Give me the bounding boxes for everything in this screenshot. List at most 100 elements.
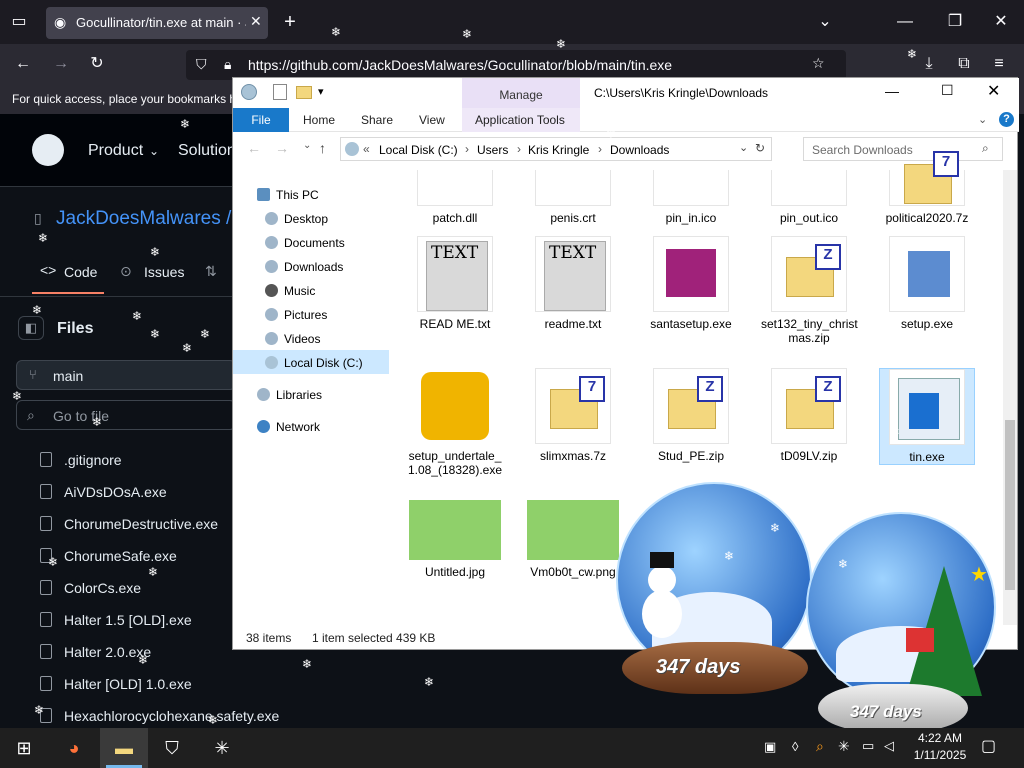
- maximize-icon[interactable]: ☐: [941, 82, 954, 99]
- minimize-icon[interactable]: —: [894, 12, 916, 32]
- file-item[interactable]: TEXT readme.txt: [525, 236, 621, 331]
- tab-application-tools[interactable]: Application Tools: [475, 113, 565, 127]
- tray-drop-icon[interactable]: ◊: [792, 739, 798, 754]
- chevron-down-icon[interactable]: ⌄: [814, 12, 836, 32]
- tab-home[interactable]: Home: [303, 113, 335, 127]
- nav-downloads[interactable]: Downloads: [265, 260, 343, 274]
- file-item[interactable]: tin.exe: [879, 368, 975, 465]
- tab-issues[interactable]: Issues: [144, 264, 184, 280]
- url-bar[interactable]: ⛉ 🔒︎ https://github.com/JackDoesMalwares…: [186, 50, 846, 80]
- snow-globe-widget-2[interactable]: ★ 347 days: [806, 506, 1002, 734]
- address-bar[interactable]: « Local Disk (C:) › Users › Kris Kringle…: [340, 137, 772, 161]
- forward-icon[interactable]: →: [50, 54, 72, 74]
- file-item[interactable]: tD09LV.zip: [761, 368, 857, 463]
- extensions-icon[interactable]: ⧉: [953, 54, 975, 74]
- tray-search-icon[interactable]: ⌕: [816, 738, 824, 755]
- recent-locations-icon[interactable]: ⌄: [303, 140, 311, 151]
- close-tab-icon[interactable]: ✕: [250, 13, 262, 30]
- tab-share[interactable]: Share: [361, 113, 393, 127]
- up-icon[interactable]: ↑: [319, 140, 326, 156]
- snow-globe-widget[interactable]: 347 days: [612, 482, 818, 694]
- nav-documents[interactable]: Documents: [265, 236, 345, 250]
- minimize-icon[interactable]: —: [885, 83, 899, 99]
- search-downloads-input[interactable]: Search Downloads ⌕: [803, 137, 1003, 161]
- nav-product[interactable]: Product: [88, 142, 143, 160]
- nav-network[interactable]: Network: [257, 420, 320, 434]
- file-item[interactable]: set132_tiny_christ mas.zip: [761, 236, 858, 345]
- file-tree-item[interactable]: ColorCs.exe: [64, 580, 141, 596]
- repo-owner-link[interactable]: JackDoesMalwares /: [56, 208, 231, 230]
- file-item[interactable]: setup_undertale_ 1.08_(18328).exe: [407, 368, 503, 477]
- file-item[interactable]: political2020.7z: [879, 151, 975, 225]
- close-icon[interactable]: ✕: [987, 81, 1000, 101]
- network-icon[interactable]: ▭: [862, 738, 874, 754]
- file-item[interactable]: slimxmas.7z: [525, 368, 621, 463]
- nav-videos[interactable]: Videos: [265, 332, 320, 346]
- file-tree-item[interactable]: Halter [OLD] 1.0.exe: [64, 676, 192, 692]
- overflow-chevron-icon[interactable]: «: [363, 142, 370, 156]
- address-dropdown-icon[interactable]: ⌄: [739, 141, 748, 154]
- browser-tab[interactable]: ◉ Gocullinator/tin.exe at main · Ja ✕: [46, 7, 268, 39]
- forward-icon[interactable]: →: [275, 140, 289, 156]
- file-item[interactable]: Vm0b0t_cw.png: [525, 500, 621, 579]
- file-item[interactable]: patch.dll: [407, 170, 503, 225]
- snowflake-app-icon[interactable]: ✳: [198, 728, 246, 768]
- tab-list-icon[interactable]: ▭: [8, 12, 30, 32]
- volume-icon[interactable]: ◁: [884, 738, 894, 754]
- sidebar-toggle-icon[interactable]: ◧: [18, 316, 44, 340]
- manage-contextual-tab[interactable]: Manage: [462, 78, 580, 108]
- shield-icon[interactable]: ⛉: [196, 56, 207, 73]
- file-tree-item[interactable]: ChorumeSafe.exe: [64, 548, 177, 564]
- nav-this-pc[interactable]: This PC: [257, 188, 319, 202]
- new-tab-icon[interactable]: +: [279, 12, 301, 32]
- crumb-downloads[interactable]: Downloads: [610, 143, 669, 157]
- vertical-scrollbar[interactable]: [1003, 170, 1017, 625]
- github-logo-icon[interactable]: [32, 134, 64, 166]
- file-tree-item[interactable]: .gitignore: [64, 452, 122, 468]
- tray-snowflake-icon[interactable]: ✳: [838, 738, 850, 755]
- nav-music[interactable]: Music: [265, 284, 315, 298]
- crumb-local-disk[interactable]: Local Disk (C:): [379, 143, 458, 157]
- file-tree-item[interactable]: ChorumeDestructive.exe: [64, 516, 218, 532]
- system-clock[interactable]: 4:22 AM 1/11/2025: [905, 730, 975, 764]
- back-icon[interactable]: ←: [12, 54, 34, 74]
- close-window-icon[interactable]: ✕: [990, 12, 1012, 32]
- tab-file[interactable]: File: [233, 108, 289, 132]
- nav-local-disk[interactable]: Local Disk (C:): [265, 356, 363, 370]
- tray-app-icon[interactable]: ▣: [764, 739, 776, 755]
- refresh-icon[interactable]: ↻: [755, 141, 765, 155]
- file-explorer-icon[interactable]: ▬: [100, 728, 148, 768]
- branch-selector[interactable]: ⑂ main: [16, 360, 236, 390]
- help-icon[interactable]: ?: [999, 112, 1014, 127]
- nav-desktop[interactable]: Desktop: [265, 212, 328, 226]
- quick-access-dropdown-icon[interactable]: ▾: [318, 85, 324, 98]
- file-item[interactable]: santasetup.exe: [643, 236, 739, 331]
- start-button[interactable]: ⊞: [0, 728, 48, 768]
- nav-pictures[interactable]: Pictures: [265, 308, 327, 322]
- scrollbar-thumb[interactable]: [1005, 420, 1015, 590]
- security-icon[interactable]: ⛉: [148, 728, 196, 768]
- nav-solutions[interactable]: Solution: [178, 142, 236, 160]
- lock-icon[interactable]: 🔒︎: [224, 56, 231, 73]
- file-item[interactable]: TEXT READ ME.txt: [407, 236, 503, 331]
- file-tree-item[interactable]: AiVDsDOsA.exe: [64, 484, 167, 500]
- file-item[interactable]: penis.crt: [525, 170, 621, 225]
- crumb-users[interactable]: Users: [477, 143, 508, 157]
- tab-view[interactable]: View: [419, 113, 445, 127]
- firefox-icon[interactable]: ◕: [50, 728, 98, 768]
- restore-icon[interactable]: ❐: [944, 12, 966, 32]
- new-folder-icon[interactable]: [296, 86, 312, 99]
- reload-icon[interactable]: ↻: [86, 54, 108, 74]
- crumb-kris-kringle[interactable]: Kris Kringle: [528, 143, 589, 157]
- nav-libraries[interactable]: Libraries: [257, 388, 322, 402]
- properties-icon[interactable]: [273, 84, 287, 100]
- back-icon[interactable]: ←: [247, 140, 261, 156]
- pull-request-icon[interactable]: ⇅: [205, 263, 217, 280]
- notifications-icon[interactable]: ▢: [981, 736, 996, 756]
- file-tree-item[interactable]: Halter 1.5 [OLD].exe: [64, 612, 192, 628]
- file-item[interactable]: pin_out.ico: [761, 170, 857, 225]
- file-item[interactable]: pin_in.ico: [643, 170, 739, 225]
- expand-ribbon-icon[interactable]: ⌄: [978, 113, 987, 126]
- go-to-file-input[interactable]: ⌕ Go to file: [16, 400, 236, 430]
- file-tree-item[interactable]: Hexachlorocyclohexane safety.exe: [64, 708, 279, 724]
